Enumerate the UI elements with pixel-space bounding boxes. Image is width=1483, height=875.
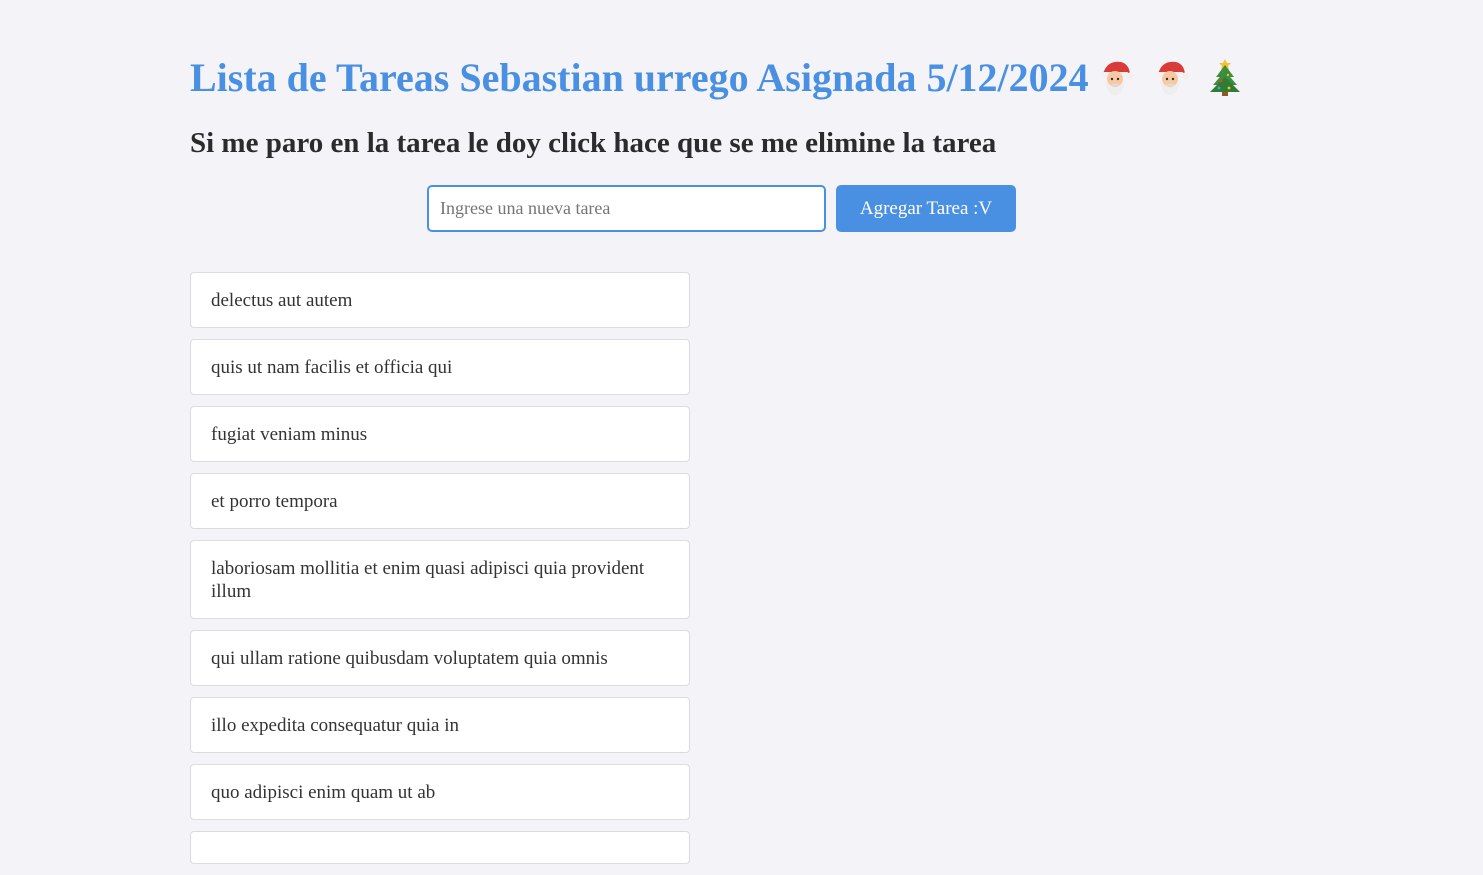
add-task-form: Agregar Tarea :V xyxy=(427,185,1016,232)
emoji-group xyxy=(1095,52,1260,104)
task-item[interactable]: delectus aut autem xyxy=(190,272,690,328)
task-list: delectus aut autem quis ut nam facilis e… xyxy=(190,272,690,875)
task-item[interactable]: fugiat veniam minus xyxy=(190,406,690,462)
santa-icon xyxy=(1150,57,1190,97)
add-task-button[interactable]: Agregar Tarea :V xyxy=(836,185,1016,232)
santa-icon xyxy=(1095,57,1135,97)
christmas-tree-icon xyxy=(1205,57,1245,97)
page-subtitle: Si me paro en la tarea le doy click hace… xyxy=(190,127,997,159)
task-item[interactable]: quo adipisci enim quam ut ab xyxy=(190,764,690,820)
task-item[interactable]: illo expedita consequatur quia in xyxy=(190,697,690,753)
page-title-text: Lista de Tareas Sebastian urrego Asignad… xyxy=(190,55,1089,100)
task-item[interactable]: quis ut nam facilis et officia qui xyxy=(190,339,690,395)
task-item[interactable]: et porro tempora xyxy=(190,473,690,529)
new-task-input[interactable] xyxy=(427,185,826,232)
task-item[interactable]: laboriosam mollitia et enim quasi adipis… xyxy=(190,540,690,619)
task-item[interactable] xyxy=(190,831,690,864)
task-item[interactable]: qui ullam ratione quibusdam voluptatem q… xyxy=(190,630,690,686)
page-title: Lista de Tareas Sebastian urrego Asignad… xyxy=(190,52,1260,104)
